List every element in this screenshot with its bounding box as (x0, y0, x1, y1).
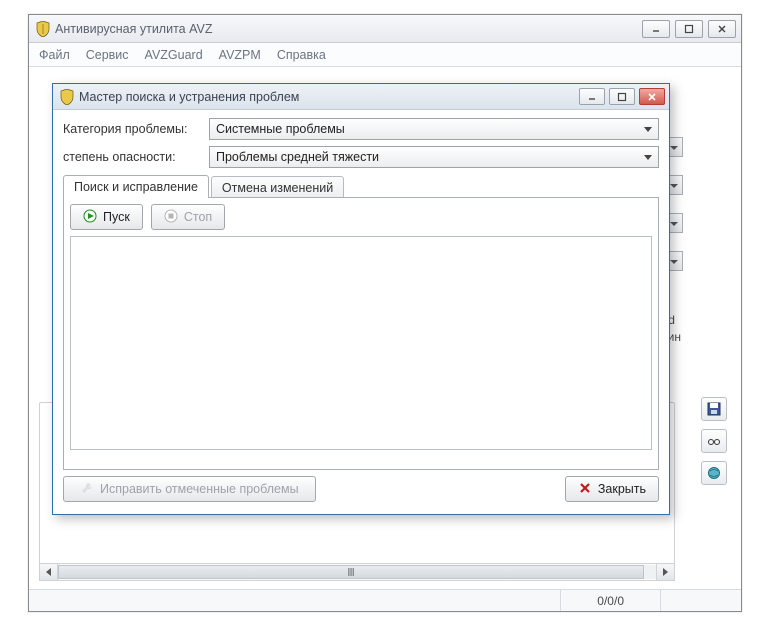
category-value: Системные проблемы (216, 122, 345, 136)
fix-button[interactable]: Исправить отмеченные проблемы (63, 476, 316, 502)
statusbar: 0/0/0 (29, 589, 741, 611)
minimize-button[interactable] (642, 20, 670, 38)
tab-undo[interactable]: Отмена изменений (211, 176, 344, 198)
wrench-icon (80, 481, 94, 498)
maximize-button[interactable] (675, 20, 703, 38)
category-combo[interactable]: Системные проблемы (209, 118, 659, 140)
shield-icon (35, 21, 51, 37)
status-right (660, 590, 733, 611)
menu-service[interactable]: Сервис (86, 48, 129, 62)
menu-help[interactable]: Справка (277, 48, 326, 62)
dialog-close-button[interactable] (639, 88, 665, 105)
dialog-footer: Исправить отмеченные проблемы Закрыть (63, 476, 659, 502)
category-label: Категория проблемы: (63, 122, 209, 136)
close-dialog-button[interactable]: Закрыть (565, 476, 659, 502)
close-button[interactable] (708, 20, 736, 38)
stop-button-label: Стоп (184, 210, 212, 224)
dialog-window-controls (579, 88, 665, 105)
main-titlebar[interactable]: Антивирусная утилита AVZ (29, 15, 741, 43)
dialog-titlebar[interactable]: Мастер поиска и устранения проблем (53, 84, 669, 110)
stop-icon (164, 209, 178, 226)
menubar: Файл Сервис AVZGuard AVZPM Справка (29, 43, 741, 67)
main-title: Антивирусная утилита AVZ (55, 22, 212, 36)
tab-undo-label: Отмена изменений (222, 181, 333, 195)
horizontal-scrollbar[interactable]: Ⅲ (39, 563, 675, 581)
dialog-maximize-button[interactable] (609, 88, 635, 105)
scroll-thumb[interactable]: Ⅲ (58, 565, 644, 579)
fix-button-label: Исправить отмеченные проблемы (100, 482, 299, 496)
scroll-left-icon[interactable] (40, 564, 58, 580)
close-icon (578, 481, 592, 498)
start-button[interactable]: Пуск (70, 204, 143, 230)
close-dialog-label: Закрыть (598, 482, 646, 496)
results-list[interactable] (70, 236, 652, 450)
menu-avzguard[interactable]: AVZGuard (145, 48, 203, 62)
status-left (37, 590, 73, 611)
glasses-icon[interactable] (701, 429, 727, 453)
main-window-controls (642, 20, 736, 38)
dialog-minimize-button[interactable] (579, 88, 605, 105)
status-counter: 0/0/0 (560, 590, 660, 611)
tab-search-fix-label: Поиск и исправление (74, 180, 198, 194)
side-toolbar (701, 397, 727, 485)
scroll-right-icon[interactable] (656, 564, 674, 580)
start-button-label: Пуск (103, 210, 130, 224)
tabstrip: Поиск и исправление Отмена изменений (63, 174, 659, 198)
shield-icon (59, 89, 75, 105)
menu-avzpm[interactable]: AVZPM (219, 48, 261, 62)
globe-icon[interactable] (701, 461, 727, 485)
play-icon (83, 209, 97, 226)
wizard-dialog: Мастер поиска и устранения проблем Катег… (52, 83, 670, 515)
dialog-title: Мастер поиска и устранения проблем (79, 90, 299, 104)
severity-combo[interactable]: Проблемы средней тяжести (209, 146, 659, 168)
tab-search-fix[interactable]: Поиск и исправление (63, 175, 209, 198)
save-icon[interactable] (701, 397, 727, 421)
stop-button[interactable]: Стоп (151, 204, 225, 230)
menu-file[interactable]: Файл (39, 48, 70, 62)
tab-panel: Пуск Стоп (63, 198, 659, 470)
severity-label: степень опасности: (63, 150, 209, 164)
severity-value: Проблемы средней тяжести (216, 150, 379, 164)
